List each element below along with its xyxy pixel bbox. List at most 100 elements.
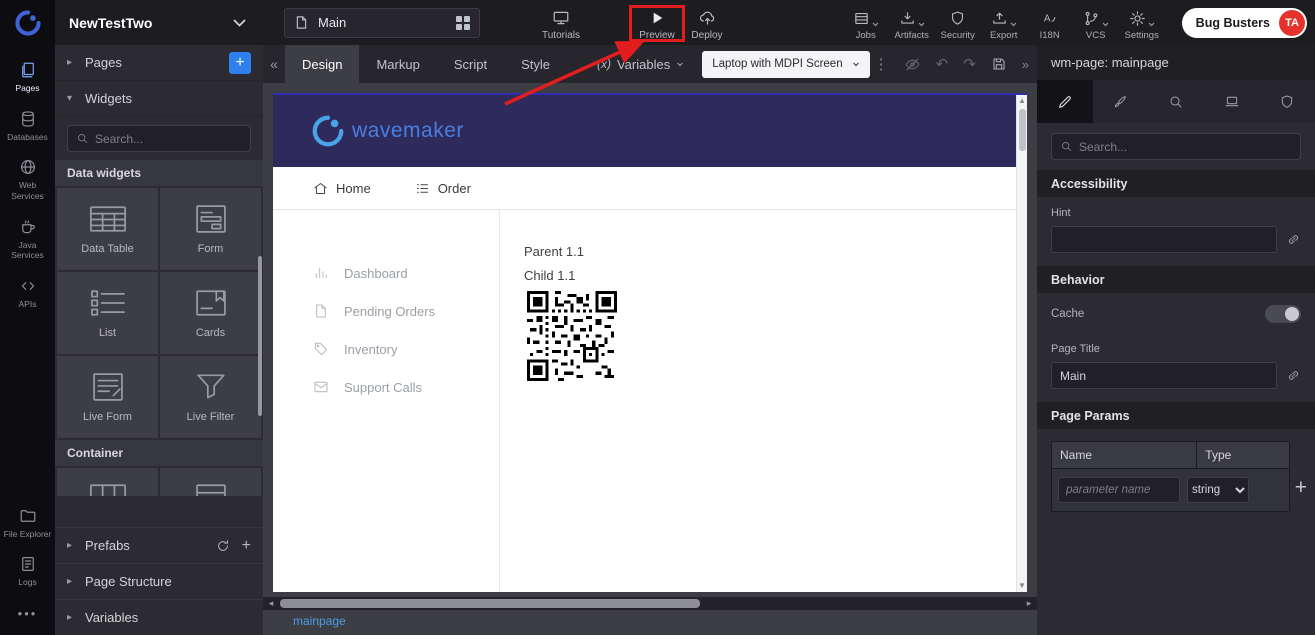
menu-item-pending-orders[interactable]: Pending Orders	[273, 292, 499, 330]
redo-icon[interactable]: ↷	[963, 55, 976, 73]
tab-properties[interactable]	[1037, 80, 1093, 123]
param-type-select[interactable]: string	[1187, 477, 1249, 503]
project-switcher[interactable]: NewTestTwo	[55, 15, 260, 31]
menu-item-dashboard[interactable]: Dashboard	[273, 254, 499, 292]
sidebar-item-java-services[interactable]: Java Services	[0, 210, 55, 269]
horizontal-scroll-thumb[interactable]	[280, 599, 700, 608]
accessibility-section-header[interactable]: Accessibility	[1037, 170, 1315, 197]
refresh-icon[interactable]	[216, 539, 230, 553]
prefabs-section-header[interactable]: ▸ Prefabs +	[55, 527, 263, 563]
undo-icon[interactable]: ↶	[936, 55, 949, 73]
deploy-button[interactable]: Deploy	[684, 9, 730, 41]
qr-code-image[interactable]	[524, 291, 1027, 381]
widget-cards[interactable]: Cards	[160, 272, 261, 354]
bind-icon[interactable]	[1286, 232, 1301, 247]
i18n-button[interactable]: A I18N	[1030, 10, 1070, 41]
tab-security[interactable]	[1259, 80, 1315, 123]
behavior-section-header[interactable]: Behavior	[1037, 266, 1315, 293]
app-logo[interactable]	[0, 0, 55, 45]
menu-item-inventory[interactable]: Inventory	[273, 330, 499, 368]
design-canvas[interactable]: wavemaker Home Order Dashboard	[273, 93, 1027, 592]
live-form-icon	[90, 372, 126, 402]
widget-search	[55, 117, 263, 160]
canvas-horizontal-scrollbar[interactable]: ◂ ▸	[263, 597, 1037, 610]
hint-label: Hint	[1051, 207, 1301, 219]
variables-dropdown[interactable]: (x) Variables	[597, 57, 684, 72]
canvas-vertical-scrollbar[interactable]: ▲ ▼	[1016, 95, 1027, 592]
dashboard-icon	[313, 265, 329, 281]
preview-button[interactable]: Preview	[634, 9, 680, 41]
parent-label-widget[interactable]: Parent 1.1	[524, 244, 1027, 259]
sidebar-item-web-services[interactable]: Web Services	[0, 150, 55, 209]
vertical-scroll-thumb[interactable]	[1019, 109, 1026, 151]
tab-script[interactable]: Script	[437, 45, 504, 83]
device-selector[interactable]: Laptop with MDPI Screen	[702, 51, 869, 78]
add-param-button[interactable]: +	[1293, 441, 1311, 498]
tab-search[interactable]	[1148, 80, 1204, 123]
tab-markup[interactable]: Markup	[359, 45, 436, 83]
avatar[interactable]: TA	[1279, 10, 1305, 36]
artifacts-button[interactable]: Artifacts	[892, 10, 932, 41]
variables-section-header[interactable]: ▸ Variables	[55, 599, 263, 635]
page-selector[interactable]: Main	[284, 8, 480, 38]
variables-icon: (x)	[597, 57, 611, 71]
tab-device[interactable]	[1204, 80, 1260, 123]
security-button[interactable]: Security	[938, 10, 978, 41]
tab-style[interactable]: Style	[504, 45, 567, 83]
brand-logo[interactable]: wavemaker	[311, 114, 464, 148]
preview-eye-off-icon[interactable]	[904, 56, 921, 73]
scroll-right-icon[interactable]: ▸	[1024, 598, 1034, 609]
settings-button[interactable]: Settings	[1122, 10, 1162, 41]
widget-data-table[interactable]: Data Table	[57, 188, 158, 270]
scroll-up-icon[interactable]: ▲	[1018, 95, 1026, 107]
grid-icon	[456, 16, 470, 30]
more-options-button[interactable]: •••	[0, 596, 55, 635]
sidebar-item-apis[interactable]: APIs	[0, 269, 55, 318]
widget-live-form[interactable]: Live Form	[57, 356, 158, 438]
page-params-section-header[interactable]: Page Params	[1037, 402, 1315, 429]
param-name-input[interactable]	[1058, 477, 1180, 503]
page-title-input[interactable]	[1051, 362, 1277, 389]
tutorials-button[interactable]: Tutorials	[535, 9, 587, 41]
pages-section-header[interactable]: ▸ Pages +	[55, 45, 263, 81]
scroll-down-icon[interactable]: ▼	[1018, 580, 1026, 592]
tab-styles[interactable]	[1093, 80, 1149, 123]
left-panel-scrollbar[interactable]	[258, 256, 262, 416]
add-prefab-button[interactable]: +	[242, 537, 251, 555]
cache-toggle[interactable]	[1265, 305, 1301, 323]
save-icon[interactable]	[991, 56, 1007, 72]
widget-form[interactable]: Form	[160, 188, 261, 270]
active-page-link[interactable]: mainpage	[293, 614, 346, 628]
page-structure-section-header[interactable]: ▸ Page Structure	[55, 563, 263, 599]
sidebar-item-logs[interactable]: Logs	[0, 547, 55, 596]
magnifier-icon	[1168, 94, 1184, 110]
widgets-section-header[interactable]: ▾ Widgets	[55, 81, 263, 117]
apis-icon	[19, 277, 37, 295]
widget-live-filter[interactable]: Live Filter	[160, 356, 261, 438]
sidebar-item-databases[interactable]: Databases	[0, 102, 55, 151]
bind-icon[interactable]	[1286, 368, 1301, 383]
widget-search-input[interactable]	[95, 132, 242, 146]
widget-container-partial[interactable]	[57, 468, 158, 496]
sidebar-item-pages[interactable]: Pages	[0, 53, 55, 102]
menu-item-support-calls[interactable]: Support Calls	[273, 368, 499, 406]
tab-design[interactable]: Design	[285, 45, 359, 83]
sidebar-item-file-explorer[interactable]: File Explorer	[0, 499, 55, 548]
nav-home[interactable]: Home	[313, 181, 371, 196]
nav-order[interactable]: Order	[415, 181, 471, 196]
jobs-button[interactable]: Jobs	[846, 10, 886, 41]
vcs-button[interactable]: VCS	[1076, 10, 1116, 41]
more-vertical-icon[interactable]: ⋮	[874, 55, 889, 73]
canvas-page-header-widget[interactable]: wavemaker	[273, 95, 1027, 167]
widget-container-partial[interactable]	[160, 468, 261, 496]
collapse-left-panel-icon[interactable]: «	[263, 56, 285, 72]
expand-right-panel-icon[interactable]: »	[1022, 57, 1029, 72]
widget-list[interactable]: List	[57, 272, 158, 354]
child-label-widget[interactable]: Child 1.1	[524, 268, 1027, 283]
scroll-left-icon[interactable]: ◂	[266, 598, 276, 609]
add-page-button[interactable]: +	[229, 52, 251, 74]
export-button[interactable]: Export	[984, 10, 1024, 41]
team-button[interactable]: Bug Busters TA	[1182, 8, 1307, 38]
hint-input[interactable]	[1051, 226, 1277, 253]
properties-search-input[interactable]	[1079, 140, 1292, 154]
